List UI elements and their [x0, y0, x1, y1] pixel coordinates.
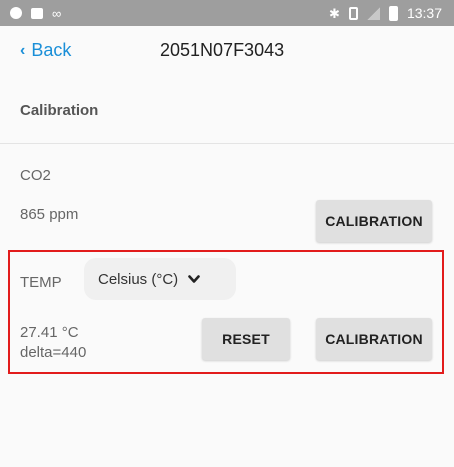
temp-label: TEMP — [20, 274, 62, 291]
notification-dot-icon — [10, 7, 22, 19]
temp-unit-selected: Celsius (°C) — [98, 270, 179, 288]
bluetooth-icon: ✱ — [329, 5, 340, 21]
image-icon — [31, 7, 43, 19]
status-bar: ∞ ✱ 13:37 — [0, 0, 454, 26]
co2-calibration-button[interactable]: CALIBRATION — [316, 200, 432, 242]
battery-icon — [388, 5, 398, 21]
co2-value: 865 ppm — [20, 206, 79, 223]
chevron-down-icon — [188, 274, 200, 284]
back-label: Back — [31, 40, 72, 60]
section-divider — [0, 143, 454, 144]
app-header: ‹ Back 2051N07F3043 — [0, 26, 454, 78]
back-button[interactable]: ‹ Back — [20, 40, 71, 61]
link-icon: ∞ — [52, 5, 62, 21]
vibrate-icon — [348, 6, 358, 20]
temp-unit-dropdown[interactable]: Celsius (°C) — [84, 258, 236, 300]
temp-reset-button[interactable]: RESET — [202, 318, 290, 360]
co2-label: CO2 — [20, 167, 51, 184]
status-bar-right: ✱ 13:37 — [329, 0, 442, 26]
temp-calibration-button[interactable]: CALIBRATION — [316, 318, 432, 360]
temp-delta: delta=440 — [20, 344, 87, 361]
chevron-left-icon: ‹ — [20, 41, 26, 59]
page-title: 2051N07F3043 — [160, 40, 285, 60]
status-time: 13:37 — [406, 5, 442, 21]
no-signal-icon — [366, 6, 380, 20]
status-bar-left: ∞ — [10, 0, 61, 26]
section-title: Calibration — [20, 102, 99, 119]
temp-value: 27.41 °C — [20, 324, 79, 341]
